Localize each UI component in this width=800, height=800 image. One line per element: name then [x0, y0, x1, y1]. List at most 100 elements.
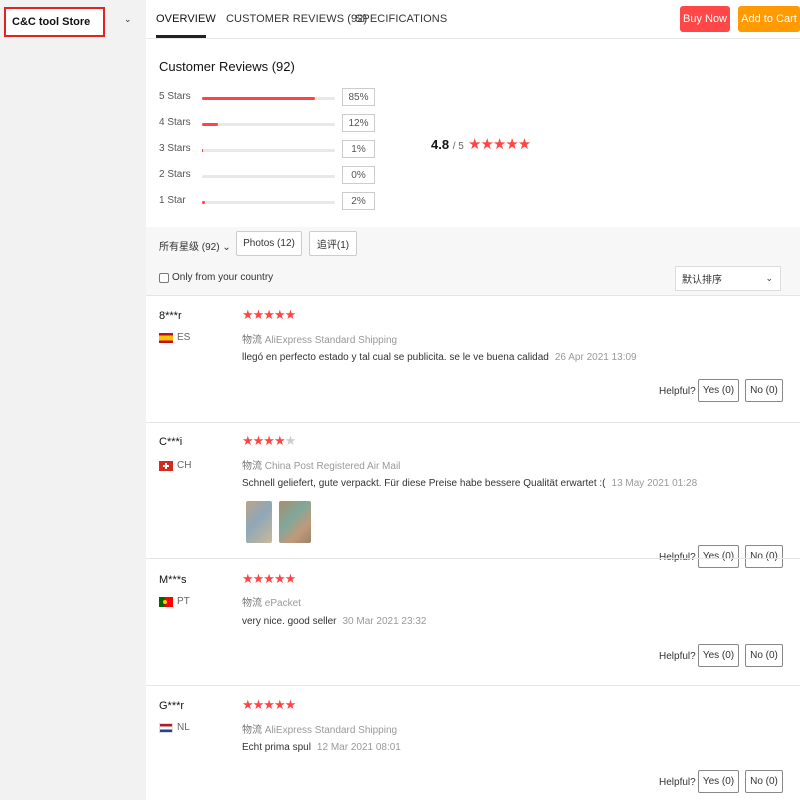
- rating-row-5[interactable]: 5 Stars 85%: [159, 88, 389, 106]
- review-date: 30 Mar 2021 23:32: [342, 616, 427, 627]
- shipping-info: 物流 China Post Registered Air Mail: [242, 457, 400, 472]
- review-photo-thumbnail[interactable]: [279, 501, 311, 543]
- shipping-info: 物流 AliExpress Standard Shipping: [242, 331, 397, 346]
- rating-percent: 0%: [342, 166, 375, 184]
- rating-label: 3 Stars: [159, 143, 191, 154]
- review-stars-icon: ★★★★★: [242, 697, 296, 713]
- reviewer-country: ES: [159, 332, 190, 343]
- helpful-label: Helpful?: [659, 777, 696, 788]
- section-title: Customer Reviews (92): [159, 59, 295, 74]
- review-date: 12 Mar 2021 08:01: [316, 742, 401, 753]
- tab-overview[interactable]: OVERVIEW: [156, 13, 216, 25]
- review-stars-icon: ★★★★★: [242, 571, 296, 587]
- country-code: CH: [177, 460, 192, 471]
- country-code: NL: [177, 722, 190, 733]
- rating-bar: [202, 97, 335, 100]
- rating-percent: 2%: [342, 192, 375, 210]
- reviewer-country: NL: [159, 722, 190, 733]
- stars-filled: ★★★★★: [242, 307, 296, 322]
- rating-label: 4 Stars: [159, 117, 191, 128]
- chevron-down-icon[interactable]: ⌄: [124, 14, 132, 25]
- additional-review-filter-button[interactable]: 追评(1): [309, 231, 357, 256]
- reviewer-name: C***i: [159, 436, 183, 448]
- review-filters: 所有星级 (92) ⌄ Photos (12) 追评(1) Only from …: [146, 227, 800, 295]
- review-text: llegó en perfecto estado y tal cual se p…: [242, 352, 637, 363]
- helpful-yes-button[interactable]: Yes (0): [698, 379, 739, 402]
- all-ratings-label: 所有星级 (92): [159, 242, 220, 253]
- add-to-cart-button[interactable]: Add to Cart: [738, 6, 800, 32]
- helpful-no-button[interactable]: No (0): [745, 770, 783, 793]
- review-body: Echt prima spul: [242, 742, 311, 753]
- sort-dropdown[interactable]: 默认排序 ⌄: [675, 266, 781, 291]
- active-tab-indicator: [156, 35, 206, 38]
- rating-percent: 1%: [342, 140, 375, 158]
- helpful-label: Helpful?: [659, 651, 696, 662]
- flag-pt-icon: [159, 596, 173, 607]
- average-out-of: / 5: [452, 141, 464, 152]
- review-date: 26 Apr 2021 13:09: [554, 352, 637, 363]
- rating-bar: [202, 149, 335, 152]
- rating-bar-fill: [202, 123, 218, 126]
- all-ratings-dropdown[interactable]: 所有星级 (92) ⌄: [159, 238, 231, 253]
- shipping-key: 物流: [242, 598, 262, 609]
- shipping-method: ePacket: [264, 598, 301, 609]
- stars-filled: ★★★★★: [242, 697, 296, 712]
- rating-row-2[interactable]: 2 Stars 0%: [159, 166, 389, 184]
- store-name: C&C tool Store: [12, 16, 91, 28]
- country-code: PT: [177, 596, 190, 607]
- review-item: G***r NL ★★★★★ 物流 AliExpress Standard Sh…: [146, 685, 800, 800]
- average-rating: 4.8 / 5: [431, 137, 464, 152]
- review-item: M***s PT ★★★★★ 物流 ePacket very nice. goo…: [146, 558, 800, 685]
- flag-nl-icon: [159, 722, 173, 733]
- shipping-info: 物流 ePacket: [242, 594, 301, 609]
- shipping-key: 物流: [242, 335, 262, 346]
- review-photo-thumbnail[interactable]: [246, 501, 272, 543]
- helpful-no-button[interactable]: No (0): [745, 379, 783, 402]
- reviewer-name: 8***r: [159, 310, 182, 322]
- helpful-no-button[interactable]: No (0): [745, 644, 783, 667]
- flag-es-icon: [159, 332, 173, 343]
- rating-percent: 12%: [342, 114, 375, 132]
- review-stars-icon: ★★★★★: [242, 433, 297, 449]
- only-country-filter[interactable]: Only from your country: [159, 272, 273, 283]
- review-item: C***i CH ★★★★★ 物流 China Post Registered …: [146, 422, 800, 568]
- review-body: Schnell geliefert, gute verpackt. Für di…: [242, 478, 606, 489]
- rating-row-1[interactable]: 1 Star 2%: [159, 192, 389, 210]
- shipping-info: 物流 AliExpress Standard Shipping: [242, 721, 397, 736]
- photos-filter-button[interactable]: Photos (12): [236, 231, 302, 256]
- rating-row-4[interactable]: 4 Stars 12%: [159, 114, 389, 132]
- review-body: llegó en perfecto estado y tal cual se p…: [242, 352, 549, 363]
- chevron-down-icon: ⌄: [222, 242, 231, 253]
- rating-bar-fill: [202, 97, 316, 100]
- main-content: Customer Reviews (92) 5 Stars 85% 4 Star…: [146, 39, 800, 800]
- rating-bar: [202, 175, 335, 178]
- tab-customer-reviews[interactable]: CUSTOMER REVIEWS (92): [226, 13, 367, 25]
- reviewer-name: G***r: [159, 700, 185, 712]
- helpful-yes-button[interactable]: Yes (0): [698, 770, 739, 793]
- sort-label: 默认排序: [682, 275, 722, 286]
- buy-now-button[interactable]: Buy Now: [680, 6, 730, 32]
- chevron-down-icon: ⌄: [765, 273, 773, 283]
- review-text: very nice. good seller 30 Mar 2021 23:32: [242, 616, 426, 627]
- rating-bar: [202, 201, 335, 204]
- checkbox[interactable]: [159, 272, 169, 283]
- average-value: 4.8: [431, 137, 450, 152]
- shipping-key: 物流: [242, 725, 262, 736]
- stars-filled: ★★★★★: [242, 571, 296, 586]
- review-item: 8***r ES ★★★★★ 物流 AliExpress Standard Sh…: [146, 295, 800, 422]
- helpful-yes-button[interactable]: Yes (0): [698, 644, 739, 667]
- store-selector[interactable]: C&C tool Store: [4, 7, 105, 37]
- rating-row-3[interactable]: 3 Stars 1%: [159, 140, 389, 158]
- tab-specifications[interactable]: SPECIFICATIONS: [355, 13, 447, 25]
- rating-label: 5 Stars: [159, 91, 191, 102]
- rating-percent: 85%: [342, 88, 375, 106]
- stars-empty: ★: [284, 433, 297, 448]
- helpful-label: Helpful?: [659, 386, 696, 397]
- review-photos: [242, 501, 322, 543]
- country-code: ES: [177, 332, 191, 343]
- review-text: Echt prima spul 12 Mar 2021 08:01: [242, 742, 401, 753]
- shipping-method: AliExpress Standard Shipping: [264, 725, 398, 736]
- rating-bar: [202, 123, 335, 126]
- rating-label: 2 Stars: [159, 169, 191, 180]
- stars-filled: ★★★★: [242, 433, 286, 448]
